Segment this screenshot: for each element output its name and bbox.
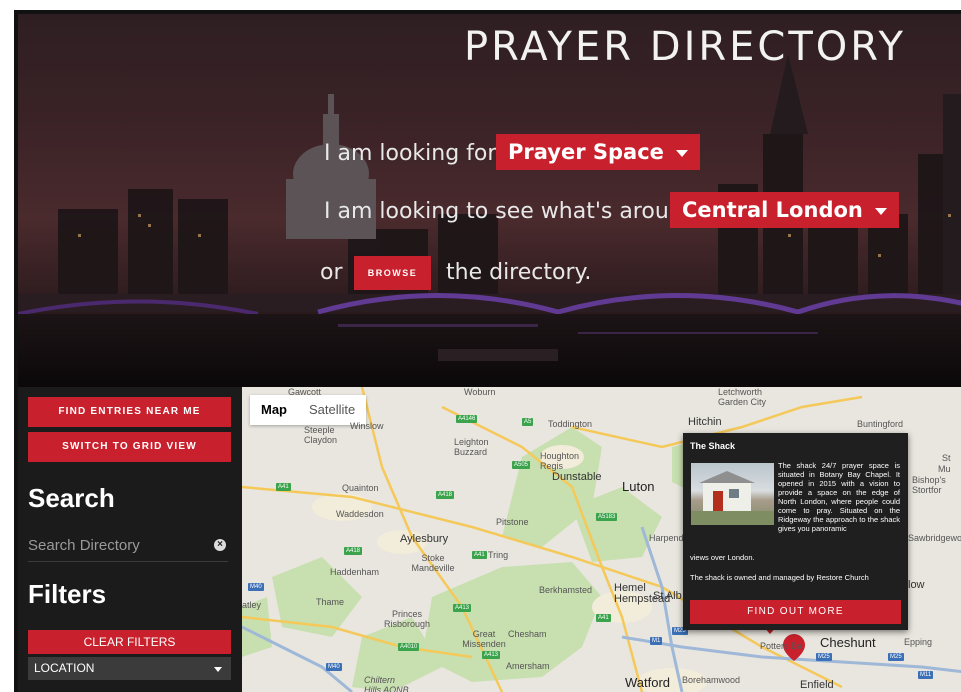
road-shield: A5: [522, 418, 534, 426]
map-type-control: Map Satellite: [250, 395, 367, 425]
town-label: Steeple Claydon: [304, 425, 338, 445]
popup-description-end: views over London.: [690, 553, 755, 562]
town-label: Haddenham: [330, 567, 380, 577]
town-label: atley: [242, 600, 262, 610]
town-label: St Alb: [653, 590, 682, 602]
road-shield: A413: [482, 651, 501, 659]
road-shield: A4010: [398, 643, 420, 651]
road-shield: M1: [650, 637, 663, 645]
map-view[interactable]: Map Satellite Gawcott Winslow Steeple Cl…: [242, 387, 961, 692]
page-title: PRAYER DIRECTORY: [464, 24, 906, 70]
town-label: Thame: [316, 597, 345, 607]
town-label: Great Missenden: [462, 629, 506, 649]
caret-down-icon: [874, 207, 887, 215]
town-label: Leighton Buzzard: [454, 437, 489, 457]
road-shield: A413: [453, 604, 472, 612]
hero-banner: PRAYER DIRECTORY I am looking for a Pray…: [18, 14, 961, 387]
town-label: Borehamwood: [682, 675, 741, 685]
town-label: Houghton Regis: [540, 451, 580, 471]
map-type-map[interactable]: Map: [250, 395, 298, 425]
town-label: Chesham: [508, 629, 547, 639]
road-shield: M40: [248, 583, 264, 591]
town-label: Toddington: [548, 419, 593, 429]
town-label: Mu: [938, 464, 951, 474]
browse-button[interactable]: BROWSE: [354, 256, 431, 290]
town-label: Cheshunt: [820, 635, 876, 650]
shack-photo: [691, 463, 774, 525]
town-label: St: [942, 453, 951, 463]
town-label: Stoke Mandeville: [411, 553, 455, 573]
road-shield: A41: [276, 483, 291, 491]
search-row: ×: [28, 533, 228, 562]
road-shield: A505: [512, 461, 531, 469]
area-select-value: Central London: [682, 198, 863, 222]
location-filter-label: LOCATION: [34, 661, 95, 675]
popup-owner-text: The shack is owned and managed by Restor…: [690, 573, 869, 582]
town-label: Enfield: [800, 679, 834, 691]
town-label: Pitstone: [496, 517, 529, 527]
find-out-more-button[interactable]: FIND OUT MORE: [690, 600, 901, 624]
town-label: Tring: [488, 550, 509, 560]
search-input[interactable]: [28, 533, 198, 557]
filters-heading: Filters: [28, 579, 107, 609]
entry-info-popup: The Shack The shack 24/7 prayer space is…: [683, 433, 908, 630]
road-shield: M25: [816, 653, 832, 661]
directory-label: the directory.: [446, 260, 592, 285]
popup-description: The shack 24/7 prayer space is situated …: [778, 461, 900, 533]
town-label: Amersham: [506, 661, 550, 671]
town-label: Woburn: [464, 387, 496, 397]
town-label: Waddesdon: [336, 509, 384, 519]
looking-for-label: I am looking for a: [324, 141, 517, 166]
around-label: I am looking to see what's around in: [324, 199, 724, 224]
town-label: Epping: [904, 637, 933, 647]
town-label: low: [908, 579, 925, 591]
town-label: Quainton: [342, 483, 379, 493]
type-select[interactable]: Prayer Space: [496, 134, 700, 170]
road-shield: M11: [918, 671, 934, 679]
town-label: Gawcott: [288, 387, 322, 397]
road-shield: A41: [472, 551, 487, 559]
caret-down-icon: [214, 667, 222, 672]
find-near-me-button[interactable]: FIND ENTRIES NEAR ME: [28, 397, 231, 427]
close-circle-icon[interactable]: ×: [214, 539, 226, 551]
road-shield: A5183: [596, 513, 618, 521]
type-select-value: Prayer Space: [508, 140, 664, 164]
road-shield: M40: [326, 663, 342, 671]
bridge-shape: [18, 293, 961, 316]
town-label: Princes Risborough: [383, 609, 431, 629]
clear-filters-button[interactable]: CLEAR FILTERS: [28, 630, 231, 654]
road-shield: A418: [436, 491, 455, 499]
road-shield: M25: [888, 653, 904, 661]
town-label: Hitchin: [688, 416, 722, 428]
road-shield: A41: [596, 614, 611, 622]
road-shield: A418: [344, 547, 363, 555]
town-label: Aylesbury: [400, 533, 449, 545]
town-label: Dunstable: [552, 471, 602, 483]
popup-title: The Shack: [690, 441, 736, 451]
town-label: Luton: [622, 479, 655, 494]
town-label: Bishop's Stortfor: [912, 475, 946, 495]
location-filter-dropdown[interactable]: LOCATION: [28, 657, 231, 680]
town-label: Chiltern Hills AONB: [364, 675, 409, 692]
or-label: or: [320, 260, 343, 285]
area-select[interactable]: Central London: [670, 192, 899, 228]
switch-grid-view-button[interactable]: SWITCH TO GRID VIEW: [28, 432, 231, 462]
page-frame: PRAYER DIRECTORY I am looking for a Pray…: [14, 10, 961, 692]
search-heading: Search: [28, 483, 115, 513]
town-label: Potters Ba: [760, 641, 803, 651]
town-label: Berkhamsted: [539, 585, 593, 595]
sidebar: FIND ENTRIES NEAR ME SWITCH TO GRID VIEW…: [18, 387, 242, 692]
town-label: Sawbridgewo: [908, 533, 961, 543]
town-label: Buntingford: [857, 419, 904, 429]
road-shield: A4146: [456, 415, 478, 423]
town-label: Letchworth Garden City: [718, 387, 767, 407]
caret-down-icon: [675, 149, 688, 157]
